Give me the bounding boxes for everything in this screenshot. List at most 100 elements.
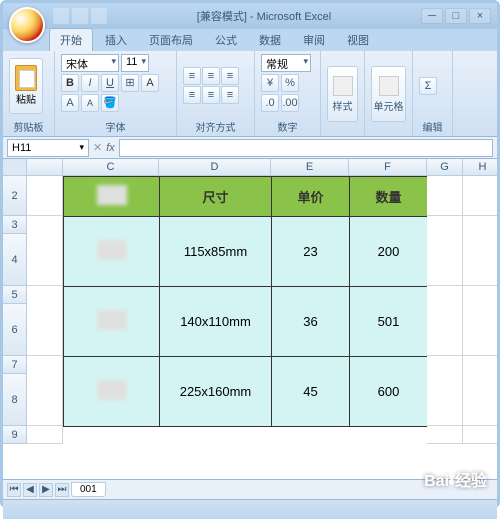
col-header-c[interactable]: C — [63, 159, 159, 176]
paste-label: 粘贴 — [16, 91, 36, 106]
header-size[interactable]: 尺寸 — [160, 177, 272, 217]
styles-icon — [333, 76, 353, 96]
group-font-label: 字体 — [61, 119, 170, 134]
increase-decimal-button[interactable]: .0 — [261, 94, 279, 112]
autosum-button[interactable]: Σ — [419, 77, 437, 95]
qat-undo-icon[interactable] — [72, 8, 88, 24]
sheet-tab[interactable]: 001 — [71, 482, 106, 497]
ribbon-tabs: 开始 插入 页面布局 公式 数据 审阅 视图 — [3, 29, 497, 51]
quick-access-toolbar — [53, 8, 107, 24]
tab-formulas[interactable]: 公式 — [205, 29, 247, 51]
row-image-placeholder — [97, 310, 127, 330]
cell-price[interactable]: 45 — [272, 357, 350, 427]
cell-price[interactable]: 23 — [272, 217, 350, 287]
font-size-combo[interactable]: 11 — [121, 54, 149, 72]
tab-insert[interactable]: 插入 — [95, 29, 137, 51]
fx-button[interactable]: fx — [106, 142, 115, 154]
window-title: [兼容模式] - Microsoft Excel — [107, 8, 421, 24]
tab-nav-prev[interactable]: ◀ — [23, 483, 37, 497]
align-left-button[interactable]: ≡ — [183, 86, 201, 104]
underline-button[interactable]: U — [101, 74, 119, 92]
cell-size[interactable]: 115x85mm — [160, 217, 272, 287]
maximize-button[interactable]: □ — [445, 8, 467, 24]
tab-home[interactable]: 开始 — [49, 28, 93, 51]
row-header-7[interactable]: 7 — [3, 356, 27, 374]
align-center-button[interactable]: ≡ — [202, 86, 220, 104]
group-edit-label: 编辑 — [419, 119, 446, 134]
align-right-button[interactable]: ≡ — [221, 86, 239, 104]
row-header-5[interactable]: 5 — [3, 286, 27, 304]
cell-qty[interactable]: 501 — [350, 287, 428, 357]
paste-button[interactable]: 粘贴 — [9, 58, 43, 114]
col-header-h[interactable]: H — [463, 159, 497, 176]
align-bottom-button[interactable]: ≡ — [221, 67, 239, 85]
statusbar — [3, 499, 497, 519]
minimize-button[interactable]: ─ — [421, 8, 443, 24]
font-name-combo[interactable]: 宋体 — [61, 54, 119, 72]
cell-qty[interactable]: 600 — [350, 357, 428, 427]
group-alignment-label: 对齐方式 — [183, 119, 248, 134]
paste-icon — [15, 65, 37, 91]
col-header-d[interactable]: D — [159, 159, 271, 176]
cell-size[interactable]: 140x110mm — [160, 287, 272, 357]
watermark: Bai经验 — [424, 467, 487, 491]
col-header-f[interactable]: F — [349, 159, 427, 176]
qat-save-icon[interactable] — [53, 8, 69, 24]
fill-color-button[interactable]: 🪣 — [101, 94, 119, 112]
tab-view[interactable]: 视图 — [337, 29, 379, 51]
number-format-combo[interactable]: 常规 — [261, 54, 311, 72]
group-number-label: 数字 — [261, 119, 314, 134]
cells-button[interactable]: 单元格 — [371, 66, 406, 122]
close-button[interactable]: × — [469, 8, 491, 24]
data-table: 尺寸 单价 数量 115x85mm 23 200 140x110mm 36 50… — [63, 176, 428, 427]
align-middle-button[interactable]: ≡ — [202, 67, 220, 85]
qat-redo-icon[interactable] — [91, 8, 107, 24]
group-clipboard-label: 剪贴板 — [9, 119, 48, 134]
cell-size[interactable]: 225x160mm — [160, 357, 272, 427]
sheet-tabs-bar: ⏮ ◀ ▶ ⏭ 001 — [3, 479, 497, 499]
align-top-button[interactable]: ≡ — [183, 67, 201, 85]
tab-nav-last[interactable]: ⏭ — [55, 483, 69, 497]
tab-nav-first[interactable]: ⏮ — [7, 483, 21, 497]
formula-bar: H11 ✕ fx — [3, 137, 497, 159]
cell-price[interactable]: 36 — [272, 287, 350, 357]
tab-page-layout[interactable]: 页面布局 — [139, 29, 203, 51]
formula-input[interactable] — [119, 139, 493, 157]
cells-icon — [379, 76, 399, 96]
header-image-placeholder — [97, 185, 127, 205]
tab-data[interactable]: 数据 — [249, 29, 291, 51]
decrease-decimal-button[interactable]: .00 — [281, 94, 299, 112]
styles-button[interactable]: 样式 — [327, 66, 358, 122]
col-header-g[interactable]: G — [427, 159, 463, 176]
cell-qty[interactable]: 200 — [350, 217, 428, 287]
office-button[interactable] — [9, 7, 45, 43]
tab-nav-next[interactable]: ▶ — [39, 483, 53, 497]
currency-button[interactable]: ¥ — [261, 74, 279, 92]
col-header[interactable] — [27, 159, 63, 176]
tab-review[interactable]: 审阅 — [293, 29, 335, 51]
row-header-6[interactable]: 6 — [3, 304, 27, 356]
row-header-4[interactable]: 4 — [3, 234, 27, 286]
row-header-3[interactable]: 3 — [3, 216, 27, 234]
cancel-icon[interactable]: ✕ — [93, 141, 102, 154]
font-color-button[interactable]: A — [141, 74, 159, 92]
select-all-corner[interactable] — [3, 159, 27, 176]
row-header-8[interactable]: 8 — [3, 374, 27, 426]
row-header-9[interactable]: 9 — [3, 426, 27, 444]
row-image-placeholder — [97, 380, 127, 400]
name-box[interactable]: H11 — [7, 139, 89, 157]
col-header-e[interactable]: E — [271, 159, 349, 176]
worksheet[interactable]: C D E F G H 2 3 4 5 6 7 8 9 — [3, 159, 497, 479]
percent-button[interactable]: % — [281, 74, 299, 92]
border-button[interactable]: ⊞ — [121, 74, 139, 92]
ribbon: 粘贴 剪贴板 宋体 11 B I U ⊞ A A A 🪣 字体 — [3, 51, 497, 137]
bold-button[interactable]: B — [61, 74, 79, 92]
row-header-2[interactable]: 2 — [3, 176, 27, 216]
shrink-font-button[interactable]: A — [81, 94, 99, 112]
titlebar: [兼容模式] - Microsoft Excel ─ □ × — [3, 3, 497, 29]
italic-button[interactable]: I — [81, 74, 99, 92]
grow-font-button[interactable]: A — [61, 94, 79, 112]
row-image-placeholder — [97, 240, 127, 260]
header-price[interactable]: 单价 — [272, 177, 350, 217]
header-qty[interactable]: 数量 — [350, 177, 428, 217]
